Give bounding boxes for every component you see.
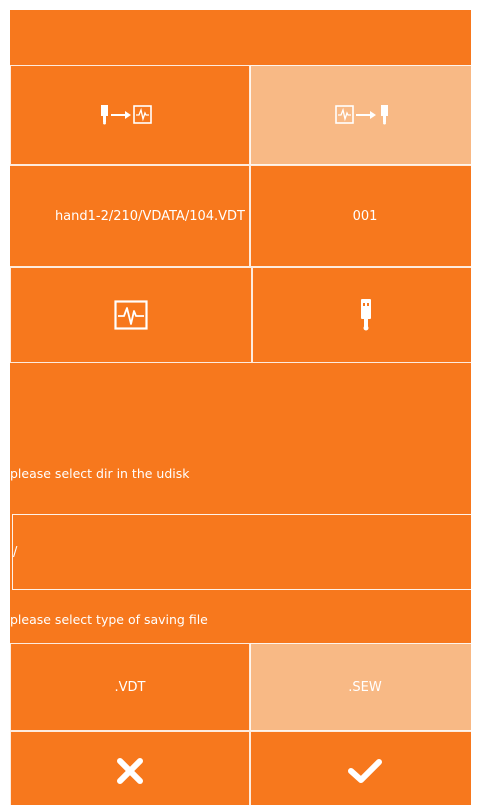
dir-prompt: please select dir in the udisk xyxy=(10,466,190,481)
usb-to-device-button[interactable] xyxy=(10,65,250,165)
type-vdt-button[interactable]: .VDT xyxy=(10,643,250,731)
file-path-text: hand1-2/210/VDATA/104.VDT xyxy=(54,208,245,224)
file-number-field[interactable]: 001 xyxy=(250,165,471,267)
device-to-usb-icon xyxy=(335,105,388,125)
dir-select[interactable]: / xyxy=(12,514,471,590)
type-sew-button[interactable]: .SEW xyxy=(250,643,471,731)
check-icon xyxy=(348,759,382,783)
close-icon xyxy=(117,758,143,784)
usb-to-device-icon xyxy=(101,105,152,125)
type-sew-label: .SEW xyxy=(348,679,382,695)
confirm-button[interactable] xyxy=(250,731,471,805)
usb-source-button[interactable] xyxy=(252,267,471,363)
dir-select-value: / xyxy=(13,545,18,560)
device-source-button[interactable] xyxy=(10,267,252,363)
cancel-button[interactable] xyxy=(10,731,250,805)
usb-drive-icon xyxy=(361,299,371,331)
type-vdt-label: .VDT xyxy=(114,679,146,695)
type-prompt: please select type of saving file xyxy=(10,612,208,627)
device-to-usb-button[interactable] xyxy=(250,65,471,165)
export-dialog: hand1-2/210/VDATA/104.VDT 001 please sel… xyxy=(10,10,471,805)
waveform-icon xyxy=(114,300,148,330)
file-number-text: 001 xyxy=(352,208,378,224)
file-path-field[interactable]: hand1-2/210/VDATA/104.VDT xyxy=(10,165,250,267)
